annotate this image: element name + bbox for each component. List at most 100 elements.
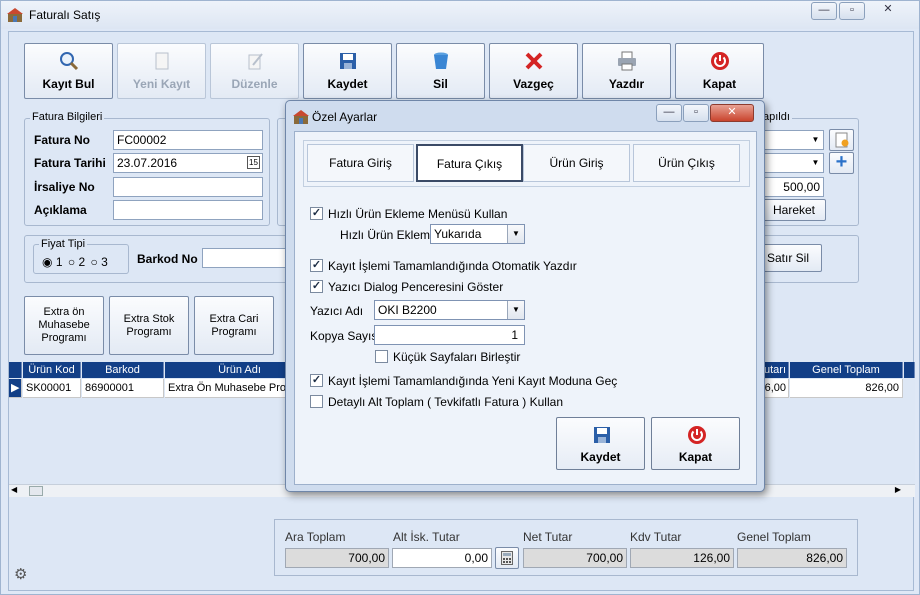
fiyat-tipi-radios: ◉ 1 ○ 2 ○ 3	[42, 255, 108, 269]
kopya-sayisi-label: Kopya Sayısı	[310, 329, 381, 343]
new-entry-icon[interactable]	[829, 129, 854, 151]
aciklama-label: Açıklama	[34, 203, 87, 217]
scroll-left-icon[interactable]: ◀	[11, 485, 17, 494]
fatura-no-label: Fatura No	[34, 133, 91, 147]
radio-1[interactable]: ◉ 1	[42, 255, 63, 269]
window-title: Faturalı Satış	[29, 8, 101, 22]
chevron-down-icon: ▼	[507, 225, 524, 243]
extra-stok-button[interactable]: Extra Stok Programı	[109, 296, 189, 355]
add-icon[interactable]: +	[829, 152, 854, 174]
dialog-close-button[interactable]: ✕	[710, 104, 754, 122]
cancel-icon	[525, 52, 543, 70]
calendar-icon[interactable]: 15	[247, 156, 260, 169]
radio-3[interactable]: ○ 3	[90, 255, 107, 269]
hizli-ekleme-select[interactable]: Yukarıda ▼	[430, 224, 525, 244]
fatura-tarihi-field[interactable]: 23.07.2016 15	[113, 153, 263, 173]
right-group-label: apıldı	[761, 111, 792, 123]
new-document-icon	[155, 52, 169, 70]
column-header-genel-toplam[interactable]: Genel Toplam	[790, 362, 903, 378]
kdv-tutar-label: Kdv Tutar	[630, 530, 682, 544]
fatura-bilgileri-label: Fatura Bilgileri	[30, 111, 105, 123]
ara-toplam-value: 700,00	[285, 548, 389, 568]
yazici-dialog-label: Yazıcı Dialog Penceresini Göster	[328, 280, 504, 294]
net-tutar-value: 700,00	[523, 548, 627, 568]
extra-cari-button[interactable]: Extra Cari Programı	[194, 296, 274, 355]
detayli-alt-checkbox[interactable]	[310, 395, 323, 408]
sil-button[interactable]: Sil	[396, 43, 485, 99]
chevron-down-icon: ▼	[507, 301, 524, 319]
kopya-sayisi-field[interactable]: 1	[374, 325, 525, 345]
kdv-tutar-value: 126,00	[630, 548, 734, 568]
dialog-maximize-button[interactable]: ▫	[683, 104, 709, 122]
tab-urun-giris[interactable]: Ürün Giriş	[523, 144, 630, 182]
genel-toplam-label: Genel Toplam	[737, 530, 811, 544]
calculator-icon[interactable]	[495, 547, 519, 569]
right-combo-1[interactable]: ▼	[762, 130, 824, 150]
aciklama-field[interactable]	[113, 200, 263, 220]
otomatik-yazdir-label: Kayıt İşlemi Tamamlandığında Otomatik Ya…	[328, 259, 577, 273]
dialog-title: Özel Ayarlar	[312, 110, 378, 124]
yeni-kayit-modu-checkbox[interactable]: ✓	[310, 374, 323, 387]
edit-icon	[248, 53, 263, 70]
ozel-ayarlar-dialog: Özel Ayarlar — ▫ ✕ Fatura Giriş Fatura Ç…	[285, 100, 765, 492]
scroll-right-icon[interactable]: ▶	[895, 485, 901, 494]
barkod-label: Barkod No	[137, 252, 198, 266]
column-header-barkod[interactable]: Barkod	[82, 362, 164, 378]
minimize-button[interactable]: —	[811, 2, 837, 20]
alt-isk-label: Alt İsk. Tutar	[393, 530, 460, 544]
cell-barkod[interactable]: 86900001	[82, 379, 164, 398]
cell-urun-kod[interactable]: SK00001	[23, 379, 81, 398]
yazdir-button[interactable]: Yazdır	[582, 43, 671, 99]
dialog-app-icon	[293, 110, 309, 124]
printer-icon	[618, 51, 636, 71]
hizli-ekleme-label: Hızlı Ürün Ekleme	[340, 228, 437, 242]
vazgec-button[interactable]: Vazgeç	[489, 43, 578, 99]
scrollbar-thumb[interactable]	[29, 486, 43, 496]
amount-field[interactable]: 500,00	[762, 177, 824, 197]
radio-2[interactable]: ○ 2	[68, 255, 85, 269]
totals-panel: Ara Toplam 700,00 Alt İsk. Tutar 0,00 Ne…	[274, 519, 858, 576]
row-selector[interactable]: ▶	[9, 379, 22, 398]
header-filler	[904, 362, 915, 378]
otomatik-yazdir-checkbox[interactable]: ✓	[310, 259, 323, 272]
dialog-kapat-button[interactable]: Kapat	[651, 417, 740, 470]
ara-toplam-label: Ara Toplam	[285, 530, 346, 544]
dialog-minimize-button[interactable]: —	[656, 104, 682, 122]
power-icon	[711, 52, 729, 70]
yazici-adi-label: Yazıcı Adı	[310, 304, 364, 318]
kucuk-sayfa-label: Küçük Sayfaları Birleştir	[393, 350, 521, 364]
tab-fatura-cikis[interactable]: Fatura Çıkış	[416, 144, 523, 182]
column-header-urun-kod[interactable]: Ürün Kod	[23, 362, 81, 378]
hizli-menu-checkbox[interactable]: ✓	[310, 207, 323, 220]
app-icon	[7, 8, 23, 22]
dialog-kaydet-button[interactable]: Kaydet	[556, 417, 645, 470]
yeni-kayit-button[interactable]: Yeni Kayıt	[117, 43, 206, 99]
maximize-button[interactable]: ▫	[839, 2, 865, 20]
fiyat-tipi-label: Fiyat Tipi	[39, 238, 88, 250]
settings-gear-icon[interactable]: ⚙	[14, 565, 27, 583]
kayit-bul-button[interactable]: Kayıt Bul	[24, 43, 113, 99]
cell-genel-toplam[interactable]: 826,00	[790, 379, 903, 398]
save-icon	[340, 53, 356, 69]
save-icon	[594, 427, 610, 443]
yazici-dialog-checkbox[interactable]: ✓	[310, 280, 323, 293]
kaydet-button[interactable]: Kaydet	[303, 43, 392, 99]
title-bar: Faturalı Satış — ▫ ✕	[1, 1, 919, 29]
irsaliye-no-field[interactable]	[113, 177, 263, 197]
kucuk-sayfa-checkbox[interactable]	[375, 350, 388, 363]
barkod-field[interactable]	[202, 248, 292, 268]
hareket-button[interactable]: Hareket	[762, 199, 826, 221]
yazici-adi-select[interactable]: OKI B2200 ▼	[374, 300, 525, 320]
genel-toplam-value: 826,00	[737, 548, 847, 568]
tab-urun-cikis[interactable]: Ürün Çıkış	[633, 144, 740, 182]
close-button[interactable]: ✕	[867, 2, 909, 20]
fatura-no-field[interactable]: FC00002	[113, 130, 263, 150]
right-combo-2[interactable]: ▼	[762, 153, 824, 173]
duzenle-button[interactable]: Düzenle	[210, 43, 299, 99]
tab-fatura-giris[interactable]: Fatura Giriş	[307, 144, 414, 182]
search-icon	[60, 52, 79, 71]
yeni-kayit-modu-label: Kayıt İşlemi Tamamlandığında Yeni Kayıt …	[328, 374, 618, 388]
extra-muhasebe-button[interactable]: Extra ön Muhasebe Programı	[24, 296, 104, 355]
kapat-button[interactable]: Kapat	[675, 43, 764, 99]
alt-isk-field[interactable]: 0,00	[392, 548, 492, 568]
